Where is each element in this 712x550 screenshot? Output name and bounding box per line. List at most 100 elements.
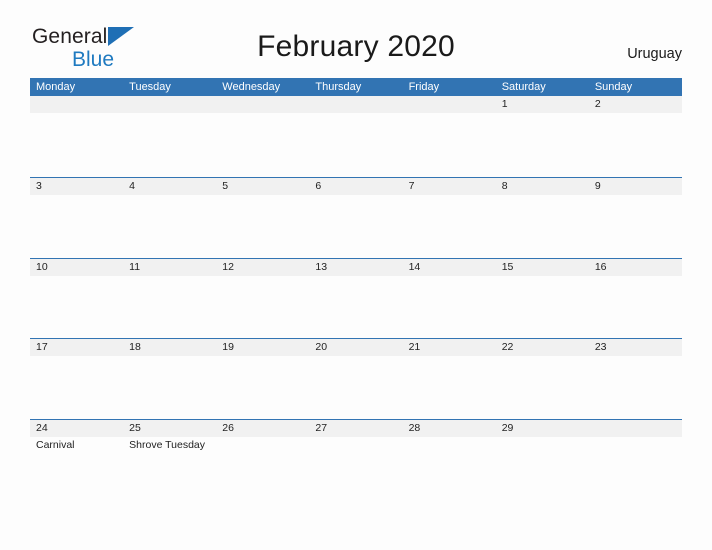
day-cell[interactable]: 5 [216,178,309,258]
day-number: 8 [501,180,508,192]
day-cell[interactable]: 17 [30,339,123,419]
day-number [409,96,496,113]
day-events [502,113,589,115]
weekday-header-thursday: Thursday [315,81,362,93]
day-events [129,356,216,358]
day-events [409,276,496,278]
day-number: 29 [501,421,514,434]
day-events [222,356,309,358]
day-number: 10 [36,260,48,273]
day-cell[interactable]: 3 [30,178,123,258]
day-number: 11 [129,260,141,273]
day-events [595,276,682,278]
day-cell[interactable] [309,96,402,177]
day-cell[interactable] [589,420,682,500]
day-number: 21 [408,341,421,353]
day-number: 20 [315,341,328,353]
day-events [502,437,589,439]
day-events [222,195,309,197]
holiday-label: Shrove Tuesday [129,438,206,451]
day-cell[interactable]: 9 [589,178,682,258]
week-row: 10 11 12 13 14 15 16 [30,257,682,339]
day-cell[interactable]: 21 [403,339,496,419]
calendar-page: General Blue February 2020 Uruguay Monda… [0,0,712,550]
day-cell[interactable]: 2 [589,96,682,177]
page-title: February 2020 [257,30,455,63]
day-cell[interactable]: 27 [309,420,402,500]
day-cell[interactable] [30,96,123,177]
day-number [222,96,309,113]
day-number: 12 [222,260,234,273]
day-cell[interactable]: 8 [496,178,589,258]
week-row: 1 2 [30,96,682,177]
weekday-header-wednesday: Wednesday [222,81,281,93]
day-number: 1 [501,98,508,110]
day-number: 7 [408,180,415,192]
day-cell[interactable]: 20 [309,339,402,419]
day-number: 13 [315,260,328,273]
day-events [222,437,309,439]
day-events [409,113,496,115]
day-events [36,113,123,115]
day-cell[interactable]: 18 [123,339,216,419]
day-events [502,356,589,358]
day-number: 26 [222,421,234,434]
day-cell[interactable]: 25 Shrove Tuesday [123,420,216,500]
day-number: 16 [594,260,607,273]
day-cell[interactable] [216,96,309,177]
day-events [129,113,216,115]
day-cell[interactable]: 15 [496,259,589,339]
day-events [36,356,123,358]
holiday-label: Carnival [36,438,75,451]
day-events [595,356,682,358]
day-cell[interactable]: 4 [123,178,216,258]
day-cell[interactable]: 19 [216,339,309,419]
day-cell[interactable]: 7 [403,178,496,258]
day-cell[interactable]: 23 [589,339,682,419]
weekday-header-sunday: Sunday [594,81,633,93]
day-number: 9 [594,180,601,192]
week-row: 3 4 5 6 7 8 9 [30,177,682,258]
day-events [129,195,216,197]
day-cell[interactable]: 16 [589,259,682,339]
day-cell[interactable]: 24 Carnival [30,420,123,500]
day-events [315,113,402,115]
day-events [36,195,123,197]
day-cell[interactable]: 14 [403,259,496,339]
day-cell[interactable]: 28 [403,420,496,500]
day-events [595,113,682,115]
day-number: 5 [222,180,229,192]
calendar-grid: Monday Tuesday Wednesday Thursday Friday… [30,78,682,499]
week-row: 24 Carnival 25 Shrove Tuesday 26 27 28 29 [30,418,682,500]
day-cell[interactable]: 13 [309,259,402,339]
day-cell[interactable]: 6 [309,178,402,258]
day-cell[interactable]: 22 [496,339,589,419]
day-number [595,420,682,437]
day-events [315,356,402,358]
day-cell[interactable]: 10 [30,259,123,339]
day-cell[interactable]: 11 [123,259,216,339]
weekday-header-tuesday: Tuesday [129,81,171,93]
day-cell[interactable]: 26 [216,420,309,500]
day-cell[interactable] [403,96,496,177]
day-number: 25 [129,421,141,434]
day-cell[interactable] [123,96,216,177]
day-cell[interactable]: 29 [496,420,589,500]
day-events [129,276,216,278]
day-number: 17 [36,341,48,353]
day-cell[interactable]: 12 [216,259,309,339]
day-number: 28 [408,421,421,434]
day-events [595,195,682,197]
day-number: 15 [501,260,514,273]
day-events [409,195,496,197]
day-events [502,276,589,278]
weekday-header-friday: Friday [408,81,440,93]
day-number [36,96,123,113]
day-number: 3 [36,180,42,192]
weekday-header-monday: Monday [36,81,76,93]
day-cell[interactable]: 1 [496,96,589,177]
day-number: 19 [222,341,234,353]
day-number: 24 [36,421,48,434]
week-row: 17 18 19 20 21 22 23 [30,338,682,419]
day-events [315,276,402,278]
